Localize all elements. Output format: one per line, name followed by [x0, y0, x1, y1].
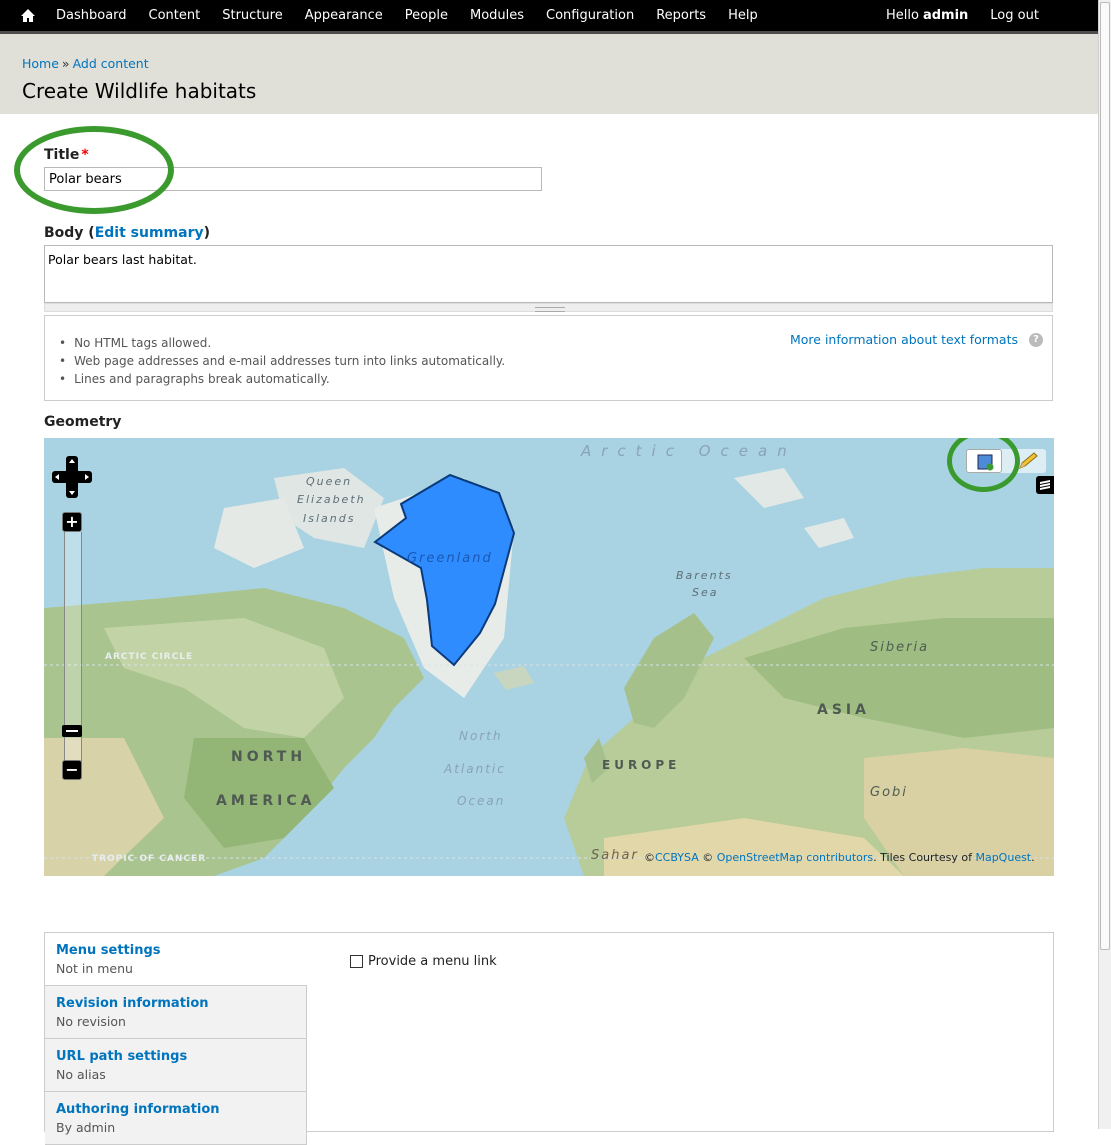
- toolbar-item-help[interactable]: Help: [728, 8, 758, 23]
- vtab-revision-information[interactable]: Revision information No revision: [45, 986, 307, 1039]
- filter-tips-list: No HTML tags allowed. Web page addresses…: [59, 334, 505, 388]
- text-format-tips: No HTML tags allowed. Web page addresses…: [44, 315, 1053, 401]
- toolbar-item-configuration[interactable]: Configuration: [546, 8, 634, 23]
- layers-icon: [1040, 480, 1050, 490]
- map-label: Islands: [303, 512, 356, 525]
- filter-tip: Lines and paragraphs break automatically…: [59, 370, 505, 388]
- vtab-url-path-settings[interactable]: URL path settings No alias: [45, 1039, 307, 1092]
- page-title: Create Wildlife habitats: [22, 79, 257, 103]
- vtab-title: Menu settings: [56, 943, 161, 958]
- vertical-tab-list: Menu settings Not in menu Revision infor…: [45, 933, 307, 1145]
- vtab-title: Revision information: [56, 996, 209, 1011]
- breadcrumb-home[interactable]: Home: [22, 56, 59, 71]
- username-link[interactable]: admin: [923, 8, 968, 23]
- help-icon[interactable]: ?: [1029, 333, 1043, 347]
- map-label: ASIA: [817, 702, 870, 718]
- layer-switcher-button[interactable]: [1036, 476, 1054, 494]
- zoom-out-button[interactable]: −: [62, 760, 82, 780]
- menu-link-label: Provide a menu link: [368, 954, 497, 969]
- vertical-tabs: Menu settings Not in menu Revision infor…: [44, 932, 1054, 1145]
- toolbar-item-dashboard[interactable]: Dashboard: [56, 8, 127, 23]
- annotation-circle-title: [14, 126, 174, 214]
- breadcrumb-add-content[interactable]: Add content: [73, 56, 149, 71]
- textarea-resize-handle[interactable]: [44, 303, 1053, 312]
- page-scrollbar[interactable]: [1098, 0, 1111, 1129]
- copyright-symbol: ©: [702, 851, 717, 864]
- vtab-authoring-information[interactable]: Authoring information By admin: [45, 1092, 307, 1145]
- vtab-menu-settings[interactable]: Menu settings Not in menu: [45, 933, 307, 986]
- map-label: Ocean: [457, 794, 506, 808]
- map-label: Sea: [692, 586, 719, 599]
- filter-tip: No HTML tags allowed.: [59, 334, 505, 352]
- filter-tip: Web page addresses and e-mail addresses …: [59, 352, 505, 370]
- map-label: North: [459, 729, 503, 743]
- map-label: Siberia: [870, 640, 930, 655]
- map-label: Atlantic: [444, 762, 506, 776]
- map-label-greenland: Greenland: [407, 551, 493, 566]
- scrollbar-thumb[interactable]: [1100, 2, 1110, 950]
- admin-toolbar: Dashboard Content Structure Appearance P…: [0, 0, 1098, 34]
- map-widget[interactable]: Arctic Ocean Queen Elizabeth Islands Gre…: [44, 438, 1054, 876]
- map-label-arctic-ocean: Arctic Ocean: [581, 442, 797, 460]
- breadcrumb: Home» Add content: [22, 56, 149, 71]
- map-label: Sahar: [591, 848, 639, 863]
- greeting: Hello: [886, 8, 919, 23]
- user-menu: Hello admin Log out: [886, 0, 1039, 31]
- provide-menu-link-option[interactable]: Provide a menu link: [350, 954, 497, 969]
- ccbysa-link[interactable]: CCBYSA: [655, 851, 699, 864]
- map-basemap: [44, 438, 1054, 876]
- body-textarea[interactable]: [44, 245, 1053, 303]
- menu-link-checkbox[interactable]: [350, 955, 363, 968]
- zoom-control: + −: [62, 512, 82, 782]
- vtab-summary: No revision: [56, 1014, 126, 1029]
- map-label: Elizabeth: [297, 493, 366, 506]
- map-label: AMERICA: [216, 793, 316, 809]
- body-label: Body (Edit summary): [44, 225, 211, 241]
- breadcrumb-separator: »: [61, 56, 70, 71]
- map-label: ARCTIC CIRCLE: [105, 652, 194, 662]
- attribution-end: .: [1031, 851, 1035, 864]
- edit-summary-link[interactable]: Edit summary: [95, 225, 204, 241]
- toolbar-item-appearance[interactable]: Appearance: [305, 8, 383, 23]
- osm-link[interactable]: OpenStreetMap contributors: [717, 851, 873, 864]
- pan-control[interactable]: [52, 456, 92, 498]
- logout-link[interactable]: Log out: [990, 8, 1039, 23]
- zoom-in-button[interactable]: +: [62, 512, 82, 532]
- vtab-title: URL path settings: [56, 1049, 188, 1064]
- copyright-symbol: ©: [644, 851, 655, 864]
- map-label: Queen: [306, 475, 353, 488]
- toolbar-item-content[interactable]: Content: [149, 8, 201, 23]
- toolbar-item-structure[interactable]: Structure: [222, 8, 282, 23]
- vtab-summary: By admin: [56, 1120, 116, 1135]
- mapquest-link[interactable]: MapQuest: [975, 851, 1031, 864]
- text-formats-info-link[interactable]: More information about text formats: [790, 332, 1018, 347]
- map-attribution: ©CCBYSA © OpenStreetMap contributors. Ti…: [644, 851, 1035, 864]
- home-icon[interactable]: [18, 6, 38, 26]
- page-header: Home» Add content Create Wildlife habitat…: [0, 34, 1098, 114]
- toolbar-item-modules[interactable]: Modules: [470, 8, 524, 23]
- map-label: Gobi: [870, 785, 908, 800]
- toolbar-item-reports[interactable]: Reports: [656, 8, 706, 23]
- tiles-text: . Tiles Courtesy of: [873, 851, 976, 864]
- toolbar-menu: Dashboard Content Structure Appearance P…: [56, 0, 780, 31]
- map-label: Barents: [676, 569, 733, 582]
- body-label-text: Body: [44, 225, 84, 241]
- vtab-title: Authoring information: [56, 1102, 220, 1117]
- zoom-slider-handle[interactable]: [62, 725, 82, 737]
- map-label: EUROPE: [602, 758, 681, 772]
- toolbar-item-people[interactable]: People: [405, 8, 448, 23]
- vtab-summary: Not in menu: [56, 961, 133, 976]
- map-label: NORTH: [231, 749, 307, 765]
- geometry-label: Geometry: [44, 414, 122, 430]
- map-label: TROPIC OF CANCER: [92, 854, 207, 864]
- vtab-summary: No alias: [56, 1067, 106, 1082]
